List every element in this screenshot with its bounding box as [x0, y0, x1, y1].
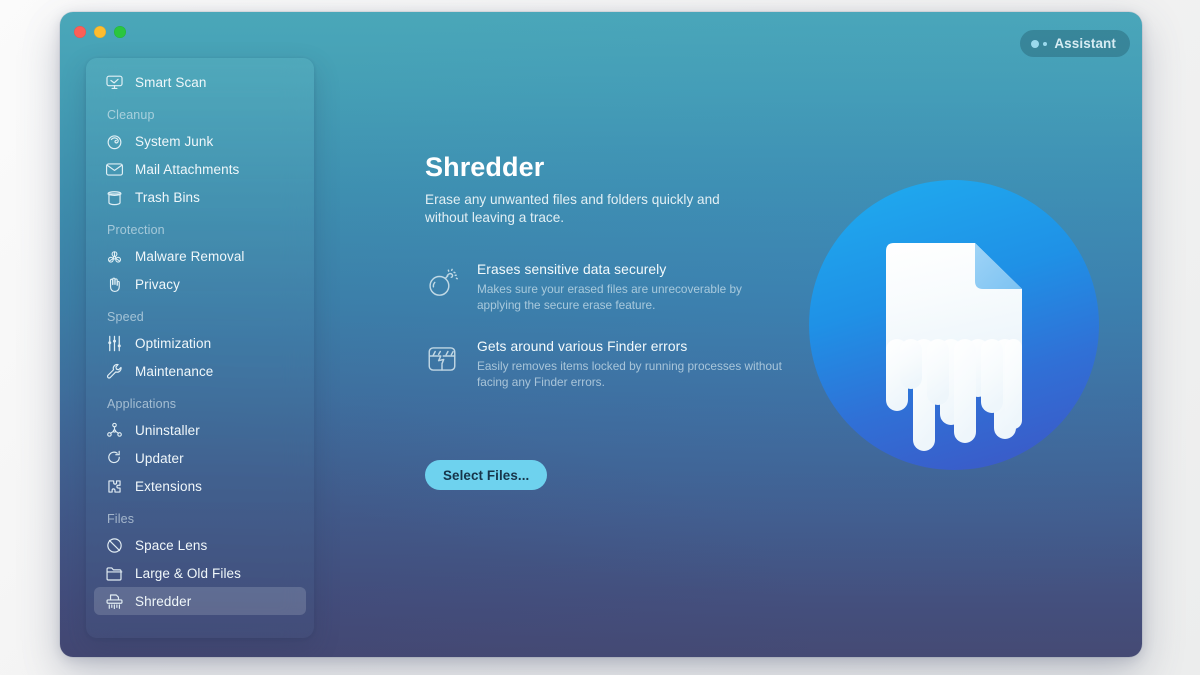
- close-window-button[interactable]: [74, 26, 86, 38]
- biohazard-icon: [105, 247, 124, 266]
- minimize-window-button[interactable]: [94, 26, 106, 38]
- sidebar-item-uninstaller[interactable]: Uninstaller: [94, 416, 306, 444]
- sidebar-item-label: Updater: [135, 450, 184, 466]
- sidebar-item-label: Maintenance: [135, 363, 214, 379]
- sidebar-item-label: Large & Old Files: [135, 565, 241, 581]
- bomb-icon: [425, 265, 459, 299]
- sidebar-group-label-speed: Speed: [107, 310, 144, 324]
- traffic-light-controls: [74, 26, 126, 38]
- page-subtitle: Erase any unwanted files and folders qui…: [425, 192, 720, 225]
- desktop-background: Assistant Smart Scan Cleanup System Junk Ma…: [0, 0, 1200, 675]
- sidebar-item-trash-bins[interactable]: Trash Bins: [94, 183, 306, 211]
- feature-item: Erases sensitive data securely Makes sure…: [425, 262, 785, 313]
- sidebar-item-label: Mail Attachments: [135, 161, 240, 177]
- sidebar-item-label: Malware Removal: [135, 248, 245, 264]
- feature-text: Erases sensitive data securely Makes sure…: [477, 262, 785, 313]
- hand-icon: [105, 275, 124, 294]
- sidebar-item-space-lens[interactable]: Space Lens: [94, 531, 306, 559]
- sliders-icon: [105, 334, 124, 353]
- sidebar-item-extensions[interactable]: Extensions: [94, 472, 306, 500]
- assistant-label: Assistant: [1054, 36, 1116, 51]
- sidebar-group-label-files: Files: [107, 512, 135, 526]
- feature-list: Erases sensitive data securely Makes sure…: [425, 262, 785, 416]
- sidebar-item-maintenance[interactable]: Maintenance: [94, 357, 306, 385]
- shredded-document-icon: [808, 179, 1100, 471]
- puzzle-piece-icon: [105, 477, 124, 496]
- folder-icon: [105, 564, 124, 583]
- planet-lens-icon: [105, 536, 124, 555]
- sidebar-item-system-junk[interactable]: System Junk: [94, 127, 306, 155]
- feature-description: Easily removes items locked by running p…: [477, 359, 782, 389]
- feature-item: Gets around various Finder errors Easily …: [425, 339, 785, 390]
- page-title: Shredder: [425, 152, 545, 182]
- envelope-icon: [105, 160, 124, 179]
- assistant-button[interactable]: Assistant: [1020, 30, 1130, 57]
- sidebar-item-label: Uninstaller: [135, 422, 200, 438]
- app-window: Assistant Smart Scan Cleanup System Junk Ma…: [60, 12, 1142, 657]
- shredder-icon: [105, 592, 124, 611]
- sidebar-item-privacy[interactable]: Privacy: [94, 270, 306, 298]
- sidebar-item-label: Optimization: [135, 335, 212, 351]
- zoom-window-button[interactable]: [114, 26, 126, 38]
- monitor-scan-icon: [105, 73, 124, 92]
- assistant-dots-icon: [1031, 39, 1048, 48]
- trash-bin-icon: [105, 188, 124, 207]
- sidebar-item-label: Extensions: [135, 478, 203, 494]
- sidebar-group-label-cleanup: Cleanup: [107, 108, 155, 122]
- broom-swirl-icon: [105, 132, 124, 151]
- sidebar-item-mail-attachments[interactable]: Mail Attachments: [94, 155, 306, 183]
- sidebar-item-large-old-files[interactable]: Large & Old Files: [94, 559, 306, 587]
- feature-title: Gets around various Finder errors: [477, 339, 688, 354]
- sidebar-navigation[interactable]: Smart Scan Cleanup System Junk Mail Attachm…: [86, 58, 314, 638]
- sidebar-item-label: Smart Scan: [135, 74, 207, 90]
- sidebar-item-malware-removal[interactable]: Malware Removal: [94, 242, 306, 270]
- refresh-arrow-icon: [105, 449, 124, 468]
- feature-description: Makes sure your erased files are unrecov…: [477, 282, 742, 312]
- sidebar-group-label-protection: Protection: [107, 223, 165, 237]
- main-content: Shredder Erase any unwanted files and fo…: [338, 74, 1124, 639]
- feature-title: Erases sensitive data securely: [477, 262, 667, 277]
- molecule-icon: [105, 421, 124, 440]
- sidebar-item-label: Trash Bins: [135, 189, 201, 205]
- sidebar-group-label-applications: Applications: [107, 397, 177, 411]
- sidebar-item-smart-scan[interactable]: Smart Scan: [94, 68, 306, 96]
- wrench-icon: [105, 362, 124, 381]
- sidebar-item-label: Privacy: [135, 276, 180, 292]
- sidebar-item-updater[interactable]: Updater: [94, 444, 306, 472]
- sidebar-item-label: Shredder: [135, 593, 192, 609]
- sidebar-item-optimization[interactable]: Optimization: [94, 329, 306, 357]
- sidebar-item-label: System Junk: [135, 133, 214, 149]
- broken-box-icon: [425, 342, 459, 376]
- feature-text: Gets around various Finder errors Easily …: [477, 339, 785, 390]
- select-files-button[interactable]: Select Files...: [425, 460, 548, 490]
- sidebar-item-label: Space Lens: [135, 537, 208, 553]
- sidebar-item-shredder[interactable]: Shredder: [94, 587, 306, 615]
